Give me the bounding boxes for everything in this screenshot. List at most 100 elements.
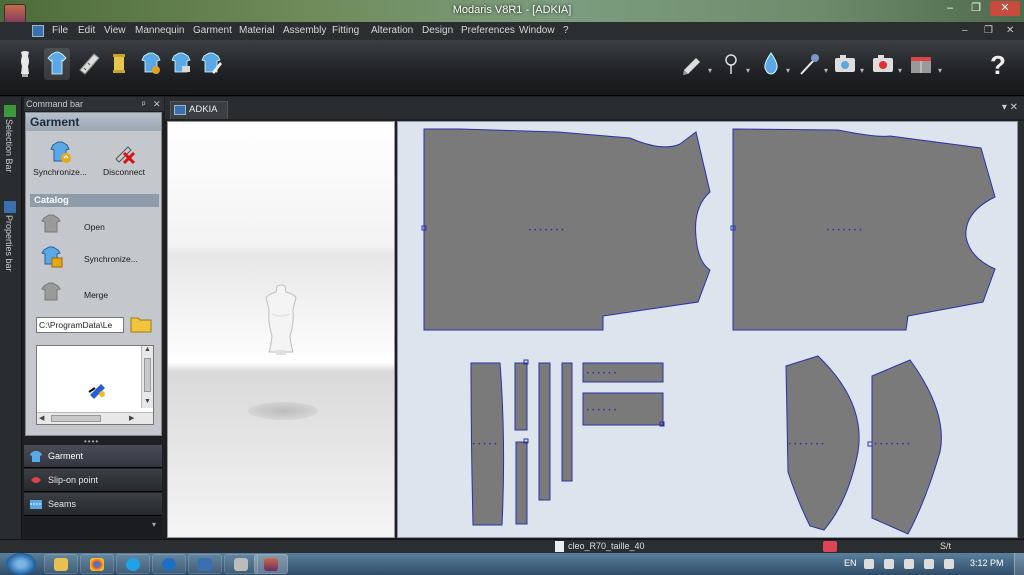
nav-seams-button[interactable]: Seams bbox=[24, 493, 162, 516]
maximize-button[interactable]: ❐ bbox=[964, 1, 988, 16]
pin-dropdown[interactable]: ▾ bbox=[746, 66, 750, 75]
pattern-piece-strip-4 bbox=[538, 362, 551, 501]
garment-panel-title: Garment bbox=[26, 113, 161, 131]
tray-arrow-icon[interactable] bbox=[864, 559, 874, 569]
menu-fitting[interactable]: Fitting bbox=[332, 25, 359, 36]
camera-dropdown[interactable]: ▾ bbox=[860, 66, 864, 75]
nav-overflow[interactable]: ▾ bbox=[24, 517, 162, 537]
nav-garment-button[interactable]: Garment bbox=[24, 445, 162, 468]
taskbar-printer[interactable] bbox=[224, 554, 258, 574]
nav-slip-on-point-button[interactable]: Slip-on point bbox=[24, 469, 162, 492]
document-restore-button[interactable]: ❐ bbox=[984, 25, 993, 36]
taskbar-app-blue[interactable] bbox=[152, 554, 186, 574]
nav-slip-on-point-label: Slip-on point bbox=[48, 475, 99, 485]
help-button[interactable]: ? bbox=[990, 50, 1006, 81]
chevron-down-icon[interactable]: ▼ bbox=[123, 318, 124, 332]
garment-info-icon[interactable] bbox=[138, 48, 164, 80]
taskbar-skype[interactable] bbox=[116, 554, 150, 574]
2d-pattern-view[interactable]: • • • • • • • • • • • • • • • • • • • • … bbox=[397, 121, 1018, 538]
layout-icon[interactable] bbox=[908, 48, 934, 80]
pen-tool-dropdown[interactable]: ▾ bbox=[708, 66, 712, 75]
scroll-down-icon[interactable]: ▼ bbox=[144, 398, 151, 405]
close-button[interactable]: ✕ bbox=[990, 1, 1020, 16]
tab-selection-bar[interactable]: Selection Bar bbox=[2, 103, 20, 173]
grain-line-sleeve-right: • • • • • • • bbox=[874, 441, 910, 448]
taskbar-chrome[interactable] bbox=[80, 554, 114, 574]
menu-edit[interactable]: Edit bbox=[78, 25, 95, 36]
camera-record-icon[interactable] bbox=[870, 48, 896, 80]
menu-alteration[interactable]: Alteration bbox=[371, 25, 413, 36]
browse-folder-button[interactable] bbox=[130, 314, 152, 337]
catalog-list[interactable]: ▲ ▼ ◀ ▶ bbox=[36, 345, 154, 425]
taskbar-modaris[interactable] bbox=[188, 554, 222, 574]
hscroll-thumb[interactable] bbox=[51, 415, 101, 422]
menu-mannequin[interactable]: Mannequin bbox=[135, 25, 184, 36]
tray-clock[interactable]: 3:12 PM bbox=[970, 558, 1004, 568]
menu-file[interactable]: File bbox=[52, 25, 68, 36]
camera-record-dropdown[interactable]: ▾ bbox=[898, 66, 902, 75]
status-file: cleo_R70_taille_40 bbox=[555, 541, 645, 553]
anchor-point bbox=[867, 441, 873, 447]
scroll-up-icon[interactable]: ▲ bbox=[144, 346, 151, 353]
catalog-item-thumbnail-icon[interactable] bbox=[87, 380, 109, 400]
pin-icon[interactable] bbox=[718, 48, 744, 80]
layout-dropdown[interactable]: ▾ bbox=[938, 66, 942, 75]
scroll-left-icon[interactable]: ◀ bbox=[39, 414, 44, 422]
menu-design[interactable]: Design bbox=[422, 25, 453, 36]
document-tab-controls[interactable]: ▾ ✕ bbox=[1002, 102, 1018, 113]
camera-icon[interactable] bbox=[832, 48, 858, 80]
disconnect-label: Disconnect bbox=[102, 167, 146, 177]
mannequin-icon[interactable] bbox=[12, 48, 38, 80]
nav-overflow-chevron-icon[interactable]: ▾ bbox=[152, 520, 156, 529]
disconnect-button[interactable]: Disconnect bbox=[94, 139, 154, 177]
tray-network-icon[interactable] bbox=[904, 559, 914, 569]
3d-view[interactable] bbox=[167, 121, 395, 538]
command-bar-pin-button[interactable]: ᵖ bbox=[142, 97, 145, 111]
menu-garment[interactable]: Garment bbox=[193, 25, 232, 36]
thread-spool-icon[interactable] bbox=[106, 48, 132, 80]
pen-tool-icon[interactable] bbox=[680, 48, 706, 80]
command-bar-close-button[interactable]: ✕ bbox=[153, 97, 161, 111]
menu-window[interactable]: Window bbox=[519, 25, 555, 36]
catalog-list-vscrollbar[interactable]: ▲ ▼ bbox=[141, 346, 153, 408]
start-button[interactable] bbox=[6, 553, 36, 575]
garment-edit-icon[interactable] bbox=[198, 48, 224, 80]
tray-language[interactable]: EN bbox=[844, 558, 857, 568]
water-drop-icon[interactable] bbox=[758, 48, 784, 80]
taskbar-modaris-active[interactable] bbox=[254, 554, 288, 574]
minimize-button[interactable]: – bbox=[938, 1, 962, 16]
menu-material[interactable]: Material bbox=[239, 25, 275, 36]
water-drop-dropdown[interactable]: ▾ bbox=[786, 66, 790, 75]
tab-properties-bar[interactable]: Properties bar bbox=[2, 199, 20, 272]
catalog-path-dropdown[interactable]: C:\ProgramData\Le ▼ bbox=[36, 317, 124, 333]
magic-wand-dropdown[interactable]: ▾ bbox=[824, 66, 828, 75]
document-minimize-button[interactable]: – bbox=[962, 25, 968, 36]
nav-seams-label: Seams bbox=[48, 499, 77, 509]
tray-flag-icon[interactable] bbox=[924, 559, 934, 569]
menu-assembly[interactable]: Assembly bbox=[283, 25, 326, 36]
menu-view[interactable]: View bbox=[104, 25, 126, 36]
scroll-right-icon[interactable]: ▶ bbox=[129, 414, 134, 422]
menu-help[interactable]: ? bbox=[563, 25, 569, 36]
magic-wand-icon[interactable] bbox=[796, 48, 822, 80]
tray-volume-icon[interactable] bbox=[944, 559, 954, 569]
ruler-icon[interactable] bbox=[76, 48, 102, 80]
synchronize-button[interactable]: Synchronize... bbox=[30, 139, 90, 177]
command-bar: Command bar ᵖ ✕ Garment Synchronize... D… bbox=[24, 97, 164, 545]
document-close-button[interactable]: ✕ bbox=[1006, 25, 1014, 36]
tray-printer-icon[interactable] bbox=[884, 559, 894, 569]
taskbar-explorer[interactable] bbox=[44, 554, 78, 574]
vscroll-thumb[interactable] bbox=[144, 358, 151, 392]
mannequin-3d-model[interactable] bbox=[260, 284, 302, 356]
catalog-synchronize-button[interactable]: Synchronize... bbox=[36, 245, 156, 273]
catalog-open-button[interactable]: Open bbox=[36, 213, 156, 241]
document-window-icon[interactable] bbox=[32, 25, 44, 37]
menu-preferences[interactable]: Preferences bbox=[461, 25, 515, 36]
tab-adkia[interactable]: ADKIA bbox=[170, 101, 228, 119]
show-desktop-button[interactable] bbox=[1014, 553, 1024, 575]
catalog-merge-button[interactable]: Merge bbox=[36, 281, 156, 309]
garment-settings-icon[interactable] bbox=[168, 48, 194, 80]
os-taskbar: EN 3:12 PM bbox=[0, 553, 1024, 575]
catalog-list-hscrollbar[interactable]: ◀ ▶ bbox=[37, 412, 153, 424]
garment-shirt-icon[interactable] bbox=[44, 48, 70, 80]
